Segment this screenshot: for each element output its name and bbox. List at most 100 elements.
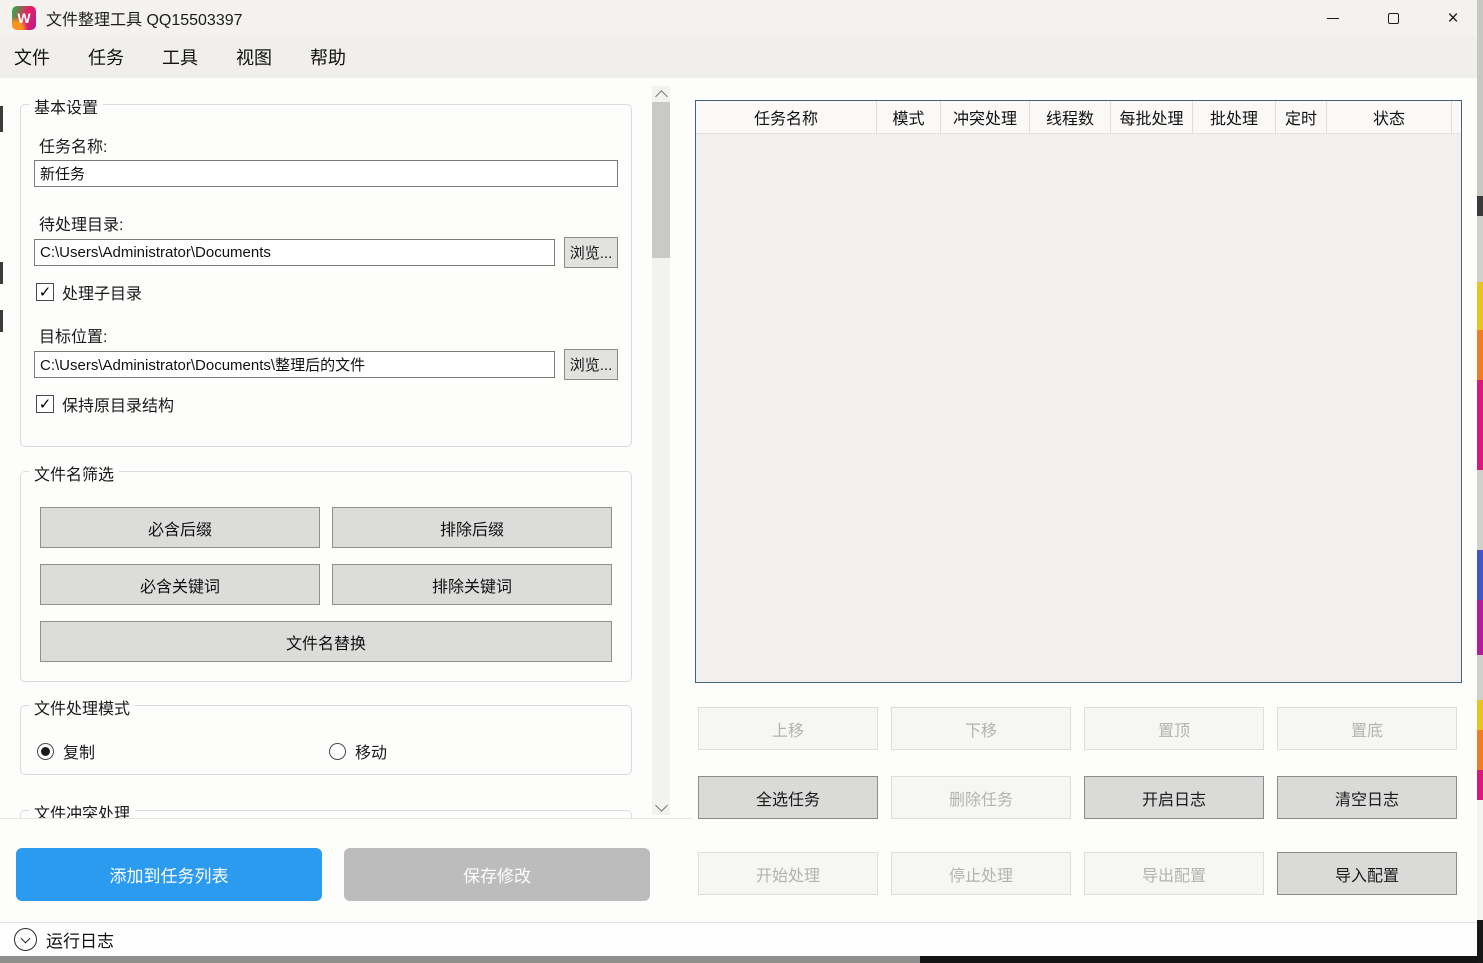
export-config-button: 导出配置 bbox=[1084, 852, 1264, 895]
col-batch[interactable]: 批处理 bbox=[1193, 101, 1276, 133]
left-edge-artifact bbox=[0, 106, 3, 132]
keep-structure-checkbox[interactable]: ✓ bbox=[36, 395, 54, 413]
mode-copy-option[interactable]: 复制 bbox=[37, 739, 95, 763]
right-edge-artifact bbox=[1477, 730, 1483, 770]
window-title: 文件整理工具 QQ15503397 bbox=[46, 6, 243, 30]
left-edge-artifact bbox=[0, 262, 3, 284]
minimize-button[interactable] bbox=[1303, 0, 1363, 36]
right-edge-artifact bbox=[1477, 282, 1483, 330]
move-radio[interactable] bbox=[329, 743, 346, 760]
scroll-up-icon[interactable] bbox=[652, 86, 670, 102]
bottom-edge bbox=[0, 956, 1483, 963]
run-log-label: 运行日志 bbox=[46, 927, 114, 952]
import-config-button[interactable]: 导入配置 bbox=[1277, 852, 1457, 895]
save-changes-button: 保存修改 bbox=[344, 848, 650, 901]
right-edge-artifact bbox=[1477, 0, 1483, 196]
source-dir-label: 待处理目录: bbox=[39, 211, 123, 235]
stop-processing-button: 停止处理 bbox=[891, 852, 1071, 895]
right-edge-artifact bbox=[1477, 550, 1483, 600]
right-edge-artifact bbox=[1477, 470, 1483, 550]
subdir-checkbox[interactable]: ✓ bbox=[36, 283, 54, 301]
minimize-icon bbox=[1327, 18, 1339, 19]
col-schedule[interactable]: 定时 bbox=[1276, 101, 1327, 133]
copy-radio[interactable] bbox=[37, 743, 54, 760]
suffix-exclude-button[interactable]: 排除后缀 bbox=[332, 507, 612, 548]
col-conflict[interactable]: 冲突处理 bbox=[941, 101, 1030, 133]
menu-task[interactable]: 任务 bbox=[74, 40, 138, 74]
suffix-include-button[interactable]: 必含后缀 bbox=[40, 507, 320, 548]
expand-log-icon[interactable] bbox=[14, 928, 37, 951]
source-dir-input[interactable] bbox=[34, 239, 555, 266]
add-to-task-list-button[interactable]: 添加到任务列表 bbox=[16, 848, 322, 901]
maximize-icon bbox=[1388, 13, 1399, 24]
group-basic-settings: 基本设置 任务名称: 待处理目录: 浏览... ✓ 处理子目录 目标位置: 浏览… bbox=[20, 104, 632, 447]
right-edge-artifact bbox=[1477, 920, 1483, 963]
right-edge-artifact bbox=[1477, 600, 1483, 655]
col-task-name[interactable]: 任务名称 bbox=[696, 101, 877, 133]
menu-help[interactable]: 帮助 bbox=[296, 40, 360, 74]
group-process-mode: 文件处理模式 复制 移动 bbox=[20, 705, 632, 775]
title-bar: W 文件整理工具 QQ15503397 × bbox=[0, 0, 1483, 36]
keep-structure-checkbox-label: 保持原目录结构 bbox=[62, 392, 174, 416]
filename-replace-button[interactable]: 文件名替换 bbox=[40, 621, 612, 662]
left-edge-artifact bbox=[0, 310, 3, 332]
app-window: W 文件整理工具 QQ15503397 × 文件 任务 工具 视图 帮助 基本设… bbox=[0, 0, 1483, 963]
col-status[interactable]: 状态 bbox=[1327, 101, 1452, 133]
subdir-checkbox-row[interactable]: ✓ 处理子目录 bbox=[36, 280, 142, 304]
right-edge-artifact bbox=[1477, 800, 1483, 920]
group-conflict-handling: 文件冲突处理 bbox=[20, 810, 632, 818]
group-mode-title: 文件处理模式 bbox=[29, 695, 135, 719]
run-log-bar[interactable]: 运行日志 bbox=[0, 922, 1477, 956]
move-top-button: 置顶 bbox=[1084, 707, 1264, 750]
col-stub bbox=[1452, 101, 1461, 133]
right-edge-artifact bbox=[1477, 770, 1483, 800]
col-per-batch[interactable]: 每批处理 bbox=[1111, 101, 1193, 133]
menu-tools[interactable]: 工具 bbox=[148, 40, 212, 74]
copy-radio-label: 复制 bbox=[63, 739, 95, 763]
group-filename-filter: 文件名筛选 必含后缀 排除后缀 必含关键词 排除关键词 文件名替换 bbox=[20, 471, 632, 682]
right-edge-artifact bbox=[1477, 216, 1483, 282]
keep-structure-checkbox-row[interactable]: ✓ 保持原目录结构 bbox=[36, 392, 174, 416]
window-controls: × bbox=[1303, 0, 1483, 36]
move-bottom-button: 置底 bbox=[1277, 707, 1457, 750]
scrollbar-thumb[interactable] bbox=[652, 102, 670, 258]
target-browse-button[interactable]: 浏览... bbox=[564, 349, 618, 380]
close-icon: × bbox=[1447, 9, 1458, 28]
menu-view[interactable]: 视图 bbox=[222, 40, 286, 74]
task-name-input[interactable] bbox=[34, 160, 618, 187]
mode-move-option[interactable]: 移动 bbox=[329, 739, 387, 763]
group-conflict-title: 文件冲突处理 bbox=[29, 800, 135, 818]
group-filter-title: 文件名筛选 bbox=[29, 461, 119, 485]
settings-panel: 基本设置 任务名称: 待处理目录: 浏览... ✓ 处理子目录 目标位置: 浏览… bbox=[0, 84, 692, 818]
right-edge-artifact bbox=[1477, 330, 1483, 380]
task-table-header: 任务名称 模式 冲突处理 线程数 每批处理 批处理 定时 状态 bbox=[696, 101, 1461, 134]
subdir-checkbox-label: 处理子目录 bbox=[62, 280, 142, 304]
settings-scrollbar[interactable] bbox=[652, 86, 670, 815]
col-mode[interactable]: 模式 bbox=[877, 101, 941, 133]
target-dir-label: 目标位置: bbox=[39, 323, 107, 347]
maximize-button[interactable] bbox=[1363, 0, 1423, 36]
clear-log-button[interactable]: 清空日志 bbox=[1277, 776, 1457, 819]
move-radio-label: 移动 bbox=[355, 739, 387, 763]
group-basic-title: 基本设置 bbox=[29, 94, 103, 118]
right-edge-artifact bbox=[1477, 655, 1483, 700]
app-icon: W bbox=[12, 6, 36, 30]
right-edge-artifact bbox=[1477, 700, 1483, 730]
right-edge-artifact bbox=[1477, 380, 1483, 470]
task-name-label: 任务名称: bbox=[39, 133, 107, 157]
task-table[interactable]: 任务名称 模式 冲突处理 线程数 每批处理 批处理 定时 状态 bbox=[695, 100, 1462, 683]
keyword-include-button[interactable]: 必含关键词 bbox=[40, 564, 320, 605]
source-browse-button[interactable]: 浏览... bbox=[564, 237, 618, 268]
menu-bar: 文件 任务 工具 视图 帮助 bbox=[0, 36, 1483, 78]
menu-file[interactable]: 文件 bbox=[0, 40, 64, 74]
move-down-button: 下移 bbox=[891, 707, 1071, 750]
enable-log-button[interactable]: 开启日志 bbox=[1084, 776, 1264, 819]
right-edge-artifact bbox=[1477, 196, 1483, 216]
close-button[interactable]: × bbox=[1423, 0, 1483, 36]
scroll-down-icon[interactable] bbox=[652, 799, 670, 815]
col-threads[interactable]: 线程数 bbox=[1030, 101, 1111, 133]
target-dir-input[interactable] bbox=[34, 351, 555, 378]
delete-task-button: 删除任务 bbox=[891, 776, 1071, 819]
select-all-tasks-button[interactable]: 全选任务 bbox=[698, 776, 878, 819]
keyword-exclude-button[interactable]: 排除关键词 bbox=[332, 564, 612, 605]
